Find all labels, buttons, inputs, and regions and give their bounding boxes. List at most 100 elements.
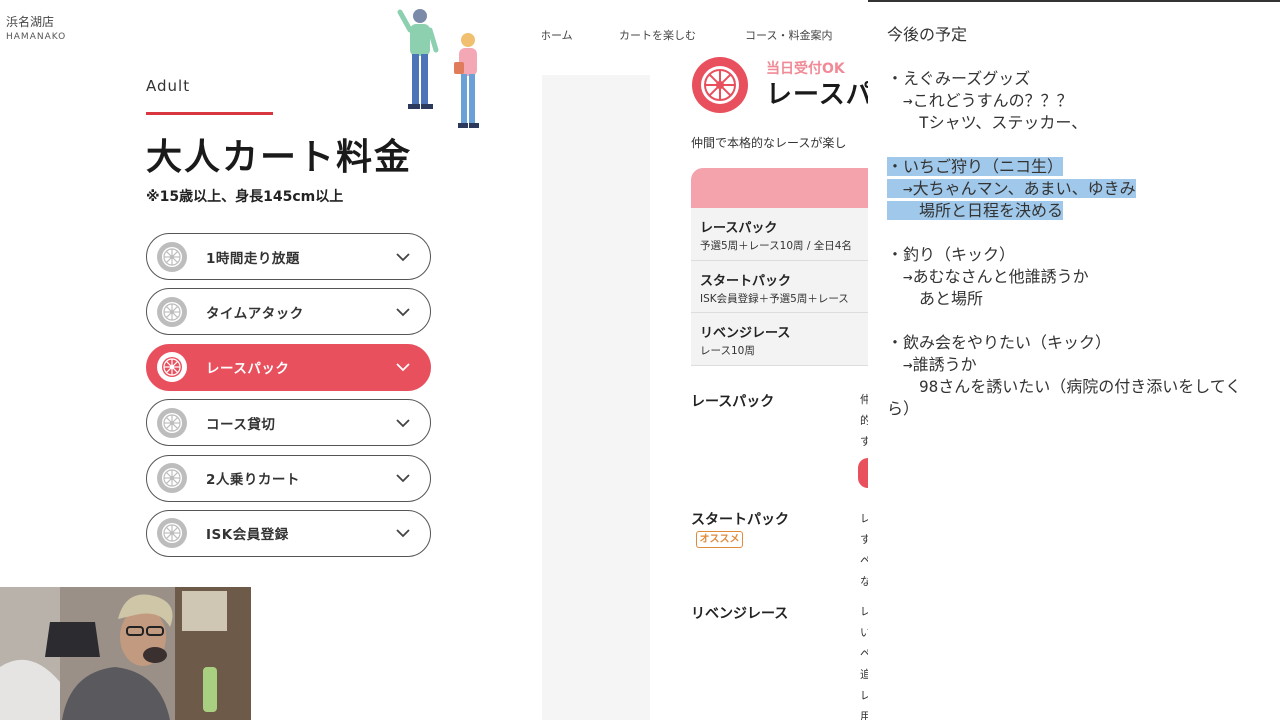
- age-height-note: ※15歳以上、身長145cm以上: [146, 189, 344, 205]
- pack-name: スタートパック: [700, 273, 792, 289]
- note-line: ・えぐみーズグッズ: [887, 68, 1276, 90]
- wheel-icon: [157, 407, 187, 438]
- accordion-label: 1時間走り放題: [206, 250, 300, 267]
- accordion-label: レースパック: [206, 361, 290, 378]
- selected-text: ・いちご狩り（ニコ生）: [887, 157, 1064, 176]
- note-text: ・飲み会をやりたい（キック）: [887, 333, 1112, 352]
- detail-button[interactable]: [858, 458, 868, 488]
- clipped-char: レ: [860, 605, 868, 618]
- note-text: →あむなさんと他誰誘うか: [887, 267, 1089, 286]
- note-line: あと場所: [887, 288, 1276, 310]
- note-line: [887, 310, 1276, 332]
- accordion-label: 2人乗りカート: [206, 472, 300, 489]
- wheel-badge-icon: [692, 57, 748, 113]
- accordion-item[interactable]: レースパック: [146, 343, 431, 391]
- race-pack-title: レースパ: [766, 80, 868, 110]
- people-illustration: [397, 9, 479, 128]
- wheel-icon: [157, 296, 187, 327]
- pack-table: レースパック 予選5周＋レース10周 / 全日4名スタートパック ISK会員登録＋予…: [691, 208, 868, 366]
- chevron-down-icon: [396, 474, 410, 483]
- note-line: 場所と日程を決める: [887, 200, 1276, 222]
- detail-text-clipped: レすペな: [860, 508, 868, 592]
- note-text: ・釣り（キック）: [887, 245, 1016, 264]
- accordion-item[interactable]: コース貸切: [146, 399, 431, 447]
- pricing-page: 浜名湖店 HAMANAKO Adult 大人カート料金 ※15歳以上、身長145…: [0, 0, 542, 720]
- note-line: [887, 222, 1276, 244]
- accordion-label: ISK会員登録: [206, 527, 289, 544]
- race-pack-lead: 仲間で本格的なレースが楽し: [691, 136, 847, 150]
- clipped-char: レ: [860, 689, 868, 702]
- page-gutter: [542, 75, 650, 720]
- note-line: →これどうすんの？？？: [887, 90, 1276, 112]
- accordion-item[interactable]: 2人乗りカート: [146, 454, 431, 502]
- selected-text: 場所と日程を決める: [887, 201, 1064, 220]
- price-accordion: 1時間走り放題 タイムアタック レースパックコース貸切 2人乗りカート ISK会員登録: [146, 233, 431, 565]
- clipped-char: レ: [860, 512, 868, 525]
- store-name-en: HAMANAKO: [6, 32, 67, 42]
- nav-home[interactable]: ホーム: [542, 27, 573, 43]
- note-line: [887, 134, 1276, 156]
- detail-race-pack: レースパック: [691, 394, 775, 410]
- note-text: ら）: [887, 399, 920, 418]
- chevron-down-icon: [396, 419, 410, 427]
- wheel-icon: [157, 463, 187, 494]
- notepad-window[interactable]: 今後の予定・えぐみーズグッズ →これどうすんの？？？ Tシャツ、ステッカー、 ・い…: [868, 0, 1280, 720]
- table-row: レースパック 予選5周＋レース10周 / 全日4名: [691, 208, 868, 261]
- pack-description: レース10周: [700, 345, 755, 357]
- note-line: Tシャツ、ステッカー、: [887, 112, 1276, 134]
- note-line: [887, 46, 1276, 68]
- clipped-char: 用: [860, 710, 868, 720]
- chevron-down-icon: [396, 363, 410, 372]
- detail-revenge-race: リベンジレース: [691, 606, 789, 622]
- note-line: →大ちゃんマン、あまい、ゆきみ: [887, 178, 1276, 200]
- pack-description: 予選5周＋レース10周 / 全日4名: [700, 240, 852, 252]
- pack-name: リベンジレース: [700, 326, 791, 341]
- note-text: ・えぐみーズグッズ: [887, 69, 1031, 88]
- nav-enjoy-kart[interactable]: カートを楽しむ: [619, 27, 696, 43]
- table-row: スタートパック ISK会員登録＋予選5周＋レース: [691, 260, 868, 313]
- note-text: →誰誘うか: [887, 355, 977, 374]
- note-line: ・いちご狩り（ニコ生）: [887, 156, 1276, 178]
- note-text-area[interactable]: 今後の予定・えぐみーズグッズ →これどうすんの？？？ Tシャツ、ステッカー、 ・い…: [887, 24, 1276, 420]
- accordion-item[interactable]: 1時間走り放題: [146, 233, 431, 280]
- detail-start-pack: スタートパック: [691, 512, 789, 528]
- kicker-divider: [146, 112, 273, 115]
- store-name-ja: 浜名湖店: [6, 15, 55, 29]
- wheel-icon: [157, 241, 187, 272]
- note-line: →あむなさんと他誰誘うか: [887, 266, 1276, 288]
- accordion-item[interactable]: タイムアタック: [146, 288, 431, 336]
- pack-description: ISK会員登録＋予選5周＋レース: [700, 292, 849, 305]
- clipped-char: な: [860, 575, 868, 588]
- section-kicker: Adult: [146, 77, 191, 95]
- note-text: Tシャツ、ステッカー、: [887, 113, 1088, 132]
- webcam-overlay: [0, 587, 251, 720]
- page-title: 大人カート料金: [146, 137, 413, 178]
- clipped-char: ペ: [860, 554, 868, 567]
- note-text: →これどうすんの？？？: [887, 91, 1073, 110]
- note-line: 98さんを誘いたい（病院の付き添いをしてく: [887, 376, 1276, 398]
- detail-text-clipped: レいペ追レ用: [860, 601, 868, 720]
- accordion-item[interactable]: ISK会員登録: [146, 509, 431, 557]
- clipped-char: ペ: [860, 647, 868, 660]
- selected-text: →大ちゃんマン、あまい、ゆきみ: [887, 179, 1136, 198]
- note-line: ・釣り（キック）: [887, 244, 1276, 266]
- table-header-band: [691, 168, 868, 208]
- chevron-down-icon: [396, 252, 410, 261]
- note-line: 今後の予定: [887, 24, 1276, 46]
- recommended-badge: オススメ: [696, 531, 743, 548]
- clipped-char: 追: [860, 668, 868, 681]
- note-line: →誰誘うか: [887, 354, 1276, 376]
- note-text: あと場所: [887, 289, 984, 308]
- clipped-char: い: [860, 626, 868, 639]
- chevron-down-icon: [396, 308, 410, 317]
- accordion-label: タイムアタック: [206, 305, 304, 322]
- note-line: ・飲み会をやりたい（キック）: [887, 332, 1276, 354]
- store-logo[interactable]: 浜名湖店 HAMANAKO: [6, 15, 66, 44]
- nav-course-price[interactable]: コース・料金案内: [745, 27, 832, 43]
- note-line: ら）: [887, 398, 1276, 420]
- note-text: 98さんを誘いたい（病院の付き添いをしてく: [887, 377, 1242, 396]
- clipped-char: す: [860, 533, 868, 546]
- detail-text-clipped: 仲的す: [860, 389, 868, 452]
- clipped-char: 的: [860, 414, 868, 427]
- wheel-icon: [157, 518, 187, 549]
